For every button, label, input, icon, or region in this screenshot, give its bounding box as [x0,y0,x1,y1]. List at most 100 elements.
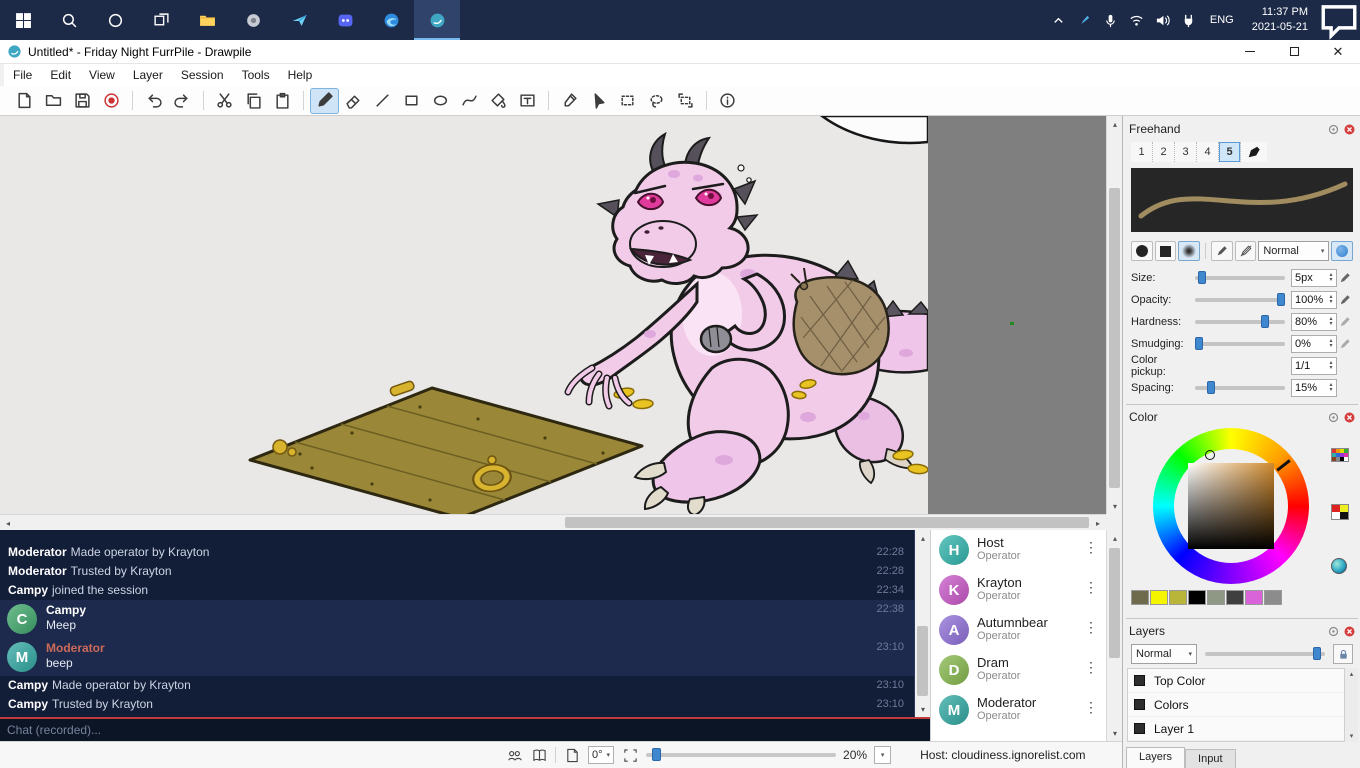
vscroll-thumb[interactable] [1109,188,1120,488]
undo-button[interactable] [139,88,168,114]
zoom-dropdown[interactable]: ▾ [874,746,891,764]
size-pressure-button[interactable] [1337,272,1353,284]
user-list-scrollbar[interactable]: ▴ ▾ [1106,530,1122,741]
session-users-icon[interactable] [505,746,523,764]
soft-brush-button[interactable] [1178,241,1200,261]
scroll-up-icon[interactable]: ▴ [1107,530,1123,546]
opacity-slider-handle[interactable] [1277,293,1285,306]
discord-button[interactable] [322,0,368,40]
spin-arrows-icon[interactable]: ▴▾ [1326,383,1336,393]
spin-arrows-icon[interactable]: ▴▾ [1326,295,1336,305]
opacity-spinbox[interactable]: 100%▴▾ [1291,291,1337,309]
scroll-down-icon[interactable]: ▾ [1345,730,1358,742]
canvas-horizontal-scrollbar[interactable]: ◂ ▸ [0,514,1106,530]
user-menu-icon[interactable]: ⋮ [1084,539,1098,556]
saturation-value-square[interactable] [1188,463,1274,549]
brush-slot-5[interactable]: 5 [1219,142,1241,162]
draw-mode-button[interactable] [1211,241,1233,261]
opacity-slider[interactable] [1195,298,1285,302]
swatch[interactable] [1188,590,1206,605]
tray-network-button[interactable] [1124,0,1150,40]
sv-marker[interactable] [1205,450,1215,460]
record-session-button[interactable] [97,88,126,114]
user-row-dram[interactable]: D Dram Operator ⋮ [931,650,1106,690]
ellipse-tool-button[interactable] [426,88,455,114]
layer-row-layer-1[interactable]: Layer 1 [1128,717,1344,741]
inspector-tool-button[interactable] [713,88,742,114]
layer-visibility-icon[interactable] [1134,723,1145,734]
menu-edit[interactable]: Edit [41,66,80,84]
tray-drawpile-button[interactable] [1072,0,1098,40]
scroll-right-icon[interactable]: ▸ [1090,515,1106,531]
task-view-button[interactable] [138,0,184,40]
swatch[interactable] [1169,590,1187,605]
hardness-slider[interactable] [1195,320,1285,324]
hardness-spinbox[interactable]: 80%▴▾ [1291,313,1337,331]
tray-mic-button[interactable] [1098,0,1124,40]
smudging-spinbox[interactable]: 0%▴▾ [1291,335,1337,353]
dock-close-icon[interactable] [1344,412,1355,423]
smudging-pressure-button[interactable] [1337,338,1353,350]
user-row-moderator[interactable]: M Moderator Operator ⋮ [931,690,1106,730]
user-row-krayton[interactable]: K Krayton Operator ⋮ [931,570,1106,610]
smudging-slider[interactable] [1195,342,1285,346]
hue-marker[interactable] [1276,459,1290,471]
brush-slot-3[interactable]: 3 [1175,142,1197,162]
user-menu-icon[interactable]: ⋮ [1084,619,1098,636]
menu-layer[interactable]: Layer [124,66,172,84]
layer-visibility-icon[interactable] [1134,675,1145,686]
chat-scroll-thumb[interactable] [917,626,928,696]
swatch[interactable] [1131,590,1149,605]
eraser-tool-button[interactable] [339,88,368,114]
spacing-spinbox[interactable]: 15%▴▾ [1291,379,1337,397]
lasso-select-tool-button[interactable] [642,88,671,114]
new-file-button[interactable] [10,88,39,114]
language-indicator[interactable]: ENG [1202,14,1242,26]
cut-button[interactable] [210,88,239,114]
palette-grid-button[interactable] [1331,448,1351,462]
brush-slot-4[interactable]: 4 [1197,142,1219,162]
eraser-slot-button[interactable] [1241,142,1267,162]
color-pickup-spinbox[interactable]: 1/1▴▾ [1291,357,1337,375]
tab-layers[interactable]: Layers [1126,747,1185,768]
user-menu-icon[interactable]: ⋮ [1084,579,1098,596]
zoom-slider-handle[interactable] [652,748,661,761]
user-row-autumnbear[interactable]: A Autumnbear Operator ⋮ [931,610,1106,650]
cortana-button[interactable] [92,0,138,40]
square-pixel-brush-button[interactable] [1155,241,1177,261]
tray-volume-button[interactable] [1150,0,1176,40]
spin-arrows-icon[interactable]: ▴▾ [1326,339,1336,349]
user-menu-icon[interactable]: ⋮ [1084,699,1098,716]
drawpile-taskbar-button[interactable] [414,0,460,40]
erase-mode-button[interactable] [1235,241,1257,261]
brush-slot-2[interactable]: 2 [1153,142,1175,162]
hscroll-thumb[interactable] [565,517,1089,528]
scroll-left-icon[interactable]: ◂ [0,515,16,531]
brush-blend-mode-select[interactable]: Normal▾ [1258,241,1329,261]
color-picker-tool-button[interactable] [555,88,584,114]
size-slider-handle[interactable] [1198,271,1206,284]
menu-session[interactable]: Session [172,66,233,84]
spin-arrows-icon[interactable]: ▴▾ [1326,273,1336,283]
scroll-down-icon[interactable]: ▾ [1107,498,1123,514]
size-spinbox[interactable]: 5px▴▾ [1291,269,1337,287]
layer-visibility-icon[interactable] [1134,699,1145,710]
fill-tool-button[interactable] [484,88,513,114]
laser-pointer-tool-button[interactable] [584,88,613,114]
chat-input[interactable] [0,719,930,741]
canvas-vertical-scrollbar[interactable]: ▴ ▾ [1106,116,1122,514]
spacing-slider-handle[interactable] [1207,381,1215,394]
swatch[interactable] [1226,590,1244,605]
layer-list-scrollbar[interactable]: ▴ ▾ [1345,668,1358,742]
layer-row-top-color[interactable]: Top Color [1128,669,1344,693]
brush-slot-1[interactable]: 1 [1131,142,1153,162]
rect-select-tool-button[interactable] [613,88,642,114]
minimize-button[interactable] [1228,40,1272,63]
color-wheel[interactable] [1153,428,1309,584]
dock-close-icon[interactable] [1344,626,1355,637]
tab-input[interactable]: Input [1185,749,1235,768]
session-log-icon[interactable] [530,746,548,764]
smudging-slider-handle[interactable] [1195,337,1203,350]
scroll-up-icon[interactable]: ▴ [1107,116,1123,132]
chat-scrollbar[interactable]: ▴ ▾ [914,530,930,717]
